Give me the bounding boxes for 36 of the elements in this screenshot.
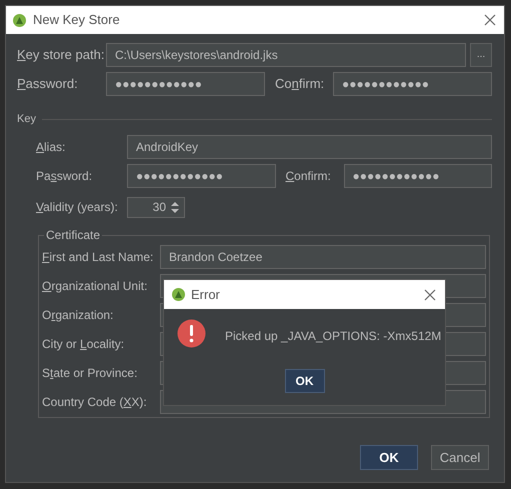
default-button[interactable]: OK — [360, 445, 418, 470]
input-field[interactable]: ●●●●●●●●●●●● — [344, 164, 492, 188]
spinner-field[interactable]: 30 — [127, 196, 185, 218]
browse-button[interactable]: ... — [470, 43, 492, 67]
android-icon — [172, 288, 185, 301]
field-label: Organizational Unit: — [42, 278, 148, 294]
input-field[interactable]: Brandon Coetzee — [160, 244, 486, 268]
field-label: Organization: — [42, 306, 114, 324]
field-label: Confirm: — [286, 168, 332, 184]
field-label: Confirm: — [275, 75, 326, 94]
group-title: Certificate — [44, 228, 102, 242]
field-label: Validity (years): — [36, 199, 119, 216]
window-title: New Key Store — [33, 11, 121, 30]
field-label: City or Locality: — [42, 336, 126, 352]
dialog-title: Error — [191, 286, 221, 304]
field-label: State or Province: — [42, 364, 138, 382]
field-label: Alias: — [36, 138, 66, 156]
input-field[interactable]: C:\Users\keystores\android.jks — [106, 43, 466, 67]
field-label: Password: — [17, 75, 79, 94]
error-icon — [177, 319, 206, 348]
input-field[interactable]: ●●●●●●●●●●●● — [106, 72, 265, 96]
dialog-button[interactable]: Cancel — [431, 445, 489, 470]
field-label: Country Code (XX): — [42, 394, 148, 410]
android-icon — [13, 14, 26, 26]
close-icon[interactable] — [484, 14, 496, 26]
input-field[interactable]: ●●●●●●●●●●●● — [333, 72, 492, 96]
field-label: First and Last Name: — [42, 248, 154, 266]
spinner-arrows-icon[interactable] — [170, 200, 180, 214]
close-icon[interactable] — [424, 288, 436, 300]
section-title: Key — [17, 112, 36, 127]
error-message: Picked up _JAVA_OPTIONS: -Xmx512M — [225, 328, 442, 345]
input-field[interactable]: ●●●●●●●●●●●● — [127, 164, 276, 188]
field-label: Key store path: — [17, 46, 106, 64]
input-field[interactable]: AndroidKey — [127, 134, 492, 158]
field-label: Password: — [36, 168, 94, 184]
ok-button[interactable]: OK — [284, 369, 324, 393]
